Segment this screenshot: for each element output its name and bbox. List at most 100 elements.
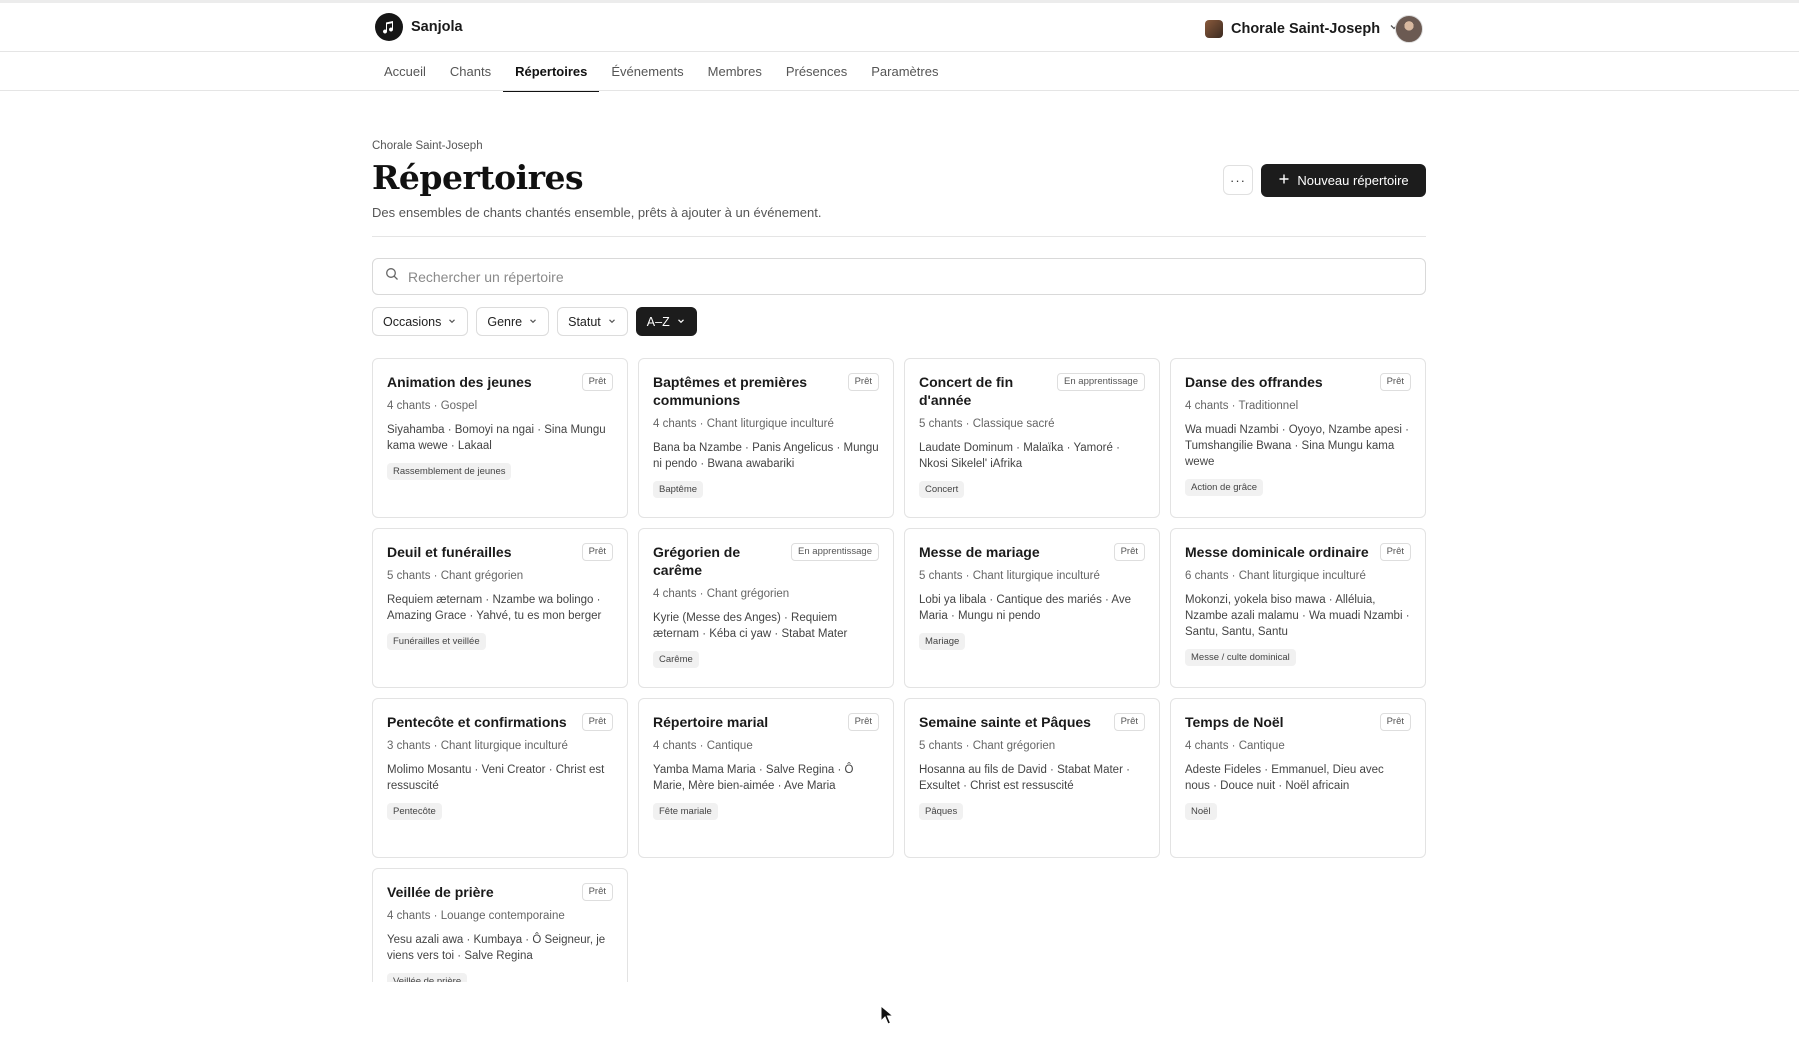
filter-bar: Occasions Genre Statut A–Z bbox=[372, 307, 697, 336]
card-header: Grégorien de carême En apprentissage bbox=[653, 543, 879, 579]
more-options-button[interactable]: ··· bbox=[1223, 165, 1253, 195]
user-avatar[interactable] bbox=[1395, 15, 1423, 43]
card-title: Temps de Noël bbox=[1185, 714, 1284, 730]
tab-presences[interactable]: Présences bbox=[774, 52, 859, 91]
page-subtitle: Des ensembles de chants chantés ensemble… bbox=[372, 205, 822, 220]
chevron-down-icon bbox=[607, 315, 617, 329]
card-title: Danse des offrandes bbox=[1185, 374, 1323, 390]
sort-az[interactable]: A–Z bbox=[635, 307, 697, 336]
repertoire-card[interactable]: Danse des offrandes Prêt 4 chants · Trad… bbox=[1170, 358, 1426, 518]
repertoire-card[interactable]: Pentecôte et confirmations Prêt 3 chants… bbox=[372, 698, 628, 858]
breadcrumb[interactable]: Chorale Saint-Joseph bbox=[372, 140, 483, 152]
card-header: Temps de Noël Prêt bbox=[1185, 713, 1411, 731]
status-badge: Prêt bbox=[581, 883, 613, 901]
brand[interactable]: Sanjola bbox=[375, 13, 463, 41]
card-meta: 4 chants · Chant liturgique inculturé bbox=[653, 418, 834, 430]
page-title: Répertoires bbox=[372, 158, 584, 197]
repertoire-card[interactable]: Temps de Noël Prêt 4 chants · Cantique A… bbox=[1170, 698, 1426, 858]
occasion-tag: Funérailles et veillée bbox=[387, 633, 486, 650]
card-songs: Bana ba Nzambe · Panis Angelicus · Mungu… bbox=[653, 442, 879, 470]
card-title: Messe dominicale ordinaire bbox=[1185, 544, 1369, 560]
repertoire-card[interactable]: Animation des jeunes Prêt 4 chants · Gos… bbox=[372, 358, 628, 518]
repertoire-card[interactable]: Messe dominicale ordinaire Prêt 6 chants… bbox=[1170, 528, 1426, 688]
repertoire-card[interactable]: Baptêmes et premières communions Prêt 4 … bbox=[638, 358, 894, 518]
search-input[interactable] bbox=[408, 268, 1388, 285]
occasion-tag: Pâques bbox=[919, 803, 964, 820]
card-songs: Hosanna au fils de David · Stabat Mater … bbox=[919, 764, 1130, 792]
repertoire-card[interactable]: Concert de fin d'année En apprentissage … bbox=[904, 358, 1160, 518]
filter-occasions[interactable]: Occasions bbox=[372, 307, 469, 336]
card-meta: 5 chants · Classique sacré bbox=[919, 418, 1055, 430]
repertoire-card[interactable]: Semaine sainte et Pâques Prêt 5 chants ·… bbox=[904, 698, 1160, 858]
card-header: Baptêmes et premières communions Prêt bbox=[653, 373, 879, 409]
card-meta: 4 chants · Gospel bbox=[387, 400, 478, 412]
occasion-tag: Veillée de prière bbox=[387, 973, 468, 982]
status-badge: Prêt bbox=[581, 713, 613, 731]
filter-genre[interactable]: Genre bbox=[476, 307, 550, 336]
card-songs: Molimo Mosantu · Veni Creator · Christ e… bbox=[387, 764, 605, 792]
status-badge: Prêt bbox=[1379, 713, 1411, 731]
chevron-down-icon bbox=[676, 315, 686, 329]
tab-chants[interactable]: Chants bbox=[438, 52, 503, 91]
tab-evenements[interactable]: Événements bbox=[599, 52, 695, 91]
status-badge: Prêt bbox=[1379, 543, 1411, 561]
card-header: Deuil et funérailles Prêt bbox=[387, 543, 613, 561]
filter-label: Occasions bbox=[383, 314, 442, 329]
tab-repertoires[interactable]: Répertoires bbox=[503, 52, 600, 92]
card-title: Deuil et funérailles bbox=[387, 544, 512, 560]
header-divider bbox=[372, 236, 1426, 237]
status-badge: Prêt bbox=[847, 713, 879, 731]
card-title: Pentecôte et confirmations bbox=[387, 714, 567, 730]
org-switcher[interactable]: Chorale Saint-Joseph bbox=[1205, 17, 1400, 41]
plus-icon bbox=[1278, 173, 1290, 188]
status-badge: Prêt bbox=[1113, 713, 1145, 731]
occasion-tag: Pentecôte bbox=[387, 803, 442, 820]
card-meta: 4 chants · Chant grégorien bbox=[653, 588, 790, 600]
repertoire-card[interactable]: Grégorien de carême En apprentissage 4 c… bbox=[638, 528, 894, 688]
card-meta: 4 chants · Cantique bbox=[653, 740, 753, 752]
repertoire-card[interactable]: Veillée de prière Prêt 4 chants · Louang… bbox=[372, 868, 628, 982]
card-meta: 4 chants · Cantique bbox=[1185, 740, 1285, 752]
card-header: Pentecôte et confirmations Prêt bbox=[387, 713, 613, 731]
new-repertoire-button[interactable]: Nouveau répertoire bbox=[1261, 164, 1426, 197]
search-icon bbox=[385, 267, 399, 286]
chevron-down-icon bbox=[528, 315, 538, 329]
repertoire-card[interactable]: Répertoire marial Prêt 4 chants · Cantiq… bbox=[638, 698, 894, 858]
status-badge: Prêt bbox=[1379, 373, 1411, 391]
card-songs: Adeste Fideles · Emmanuel, Dieu avec nou… bbox=[1185, 764, 1384, 792]
status-badge: En apprentissage bbox=[791, 543, 879, 561]
card-header: Répertoire marial Prêt bbox=[653, 713, 879, 731]
card-songs: Yamba Mama Maria · Salve Regina · Ô Mari… bbox=[653, 764, 854, 792]
tab-parametres[interactable]: Paramètres bbox=[859, 52, 950, 91]
nav-divider bbox=[0, 90, 1799, 91]
mouse-cursor-icon bbox=[880, 1004, 895, 1030]
repertoire-card[interactable]: Deuil et funérailles Prêt 5 chants · Cha… bbox=[372, 528, 628, 688]
occasion-tag: Baptême bbox=[653, 481, 704, 498]
status-badge: Prêt bbox=[1113, 543, 1145, 561]
music-note-icon bbox=[375, 13, 403, 41]
card-meta: 6 chants · Chant liturgique inculturé bbox=[1185, 570, 1366, 582]
card-header: Veillée de prière Prêt bbox=[387, 883, 613, 901]
card-header: Danse des offrandes Prêt bbox=[1185, 373, 1411, 391]
card-meta: 4 chants · Louange contemporaine bbox=[387, 910, 565, 922]
filter-label: Genre bbox=[487, 314, 523, 329]
main-nav: Accueil Chants Répertoires Événements Me… bbox=[372, 52, 950, 92]
occasion-tag: Rassemblement de jeunes bbox=[387, 463, 512, 480]
org-avatar bbox=[1205, 20, 1223, 38]
filter-statut[interactable]: Statut bbox=[557, 307, 628, 336]
tab-membres[interactable]: Membres bbox=[696, 52, 774, 91]
occasion-tag: Fête mariale bbox=[653, 803, 718, 820]
brand-name: Sanjola bbox=[411, 19, 463, 35]
card-meta: 5 chants · Chant grégorien bbox=[387, 570, 524, 582]
repertoire-card[interactable]: Messe de mariage Prêt 5 chants · Chant l… bbox=[904, 528, 1160, 688]
card-meta: 5 chants · Chant grégorien bbox=[919, 740, 1056, 752]
repertoire-grid: Animation des jeunes Prêt 4 chants · Gos… bbox=[372, 358, 1427, 982]
status-badge: En apprentissage bbox=[1057, 373, 1145, 391]
top-bar: Sanjola Chorale Saint-Joseph bbox=[0, 0, 1799, 52]
card-title: Concert de fin d'année bbox=[919, 374, 1014, 408]
card-title: Semaine sainte et Pâques bbox=[919, 714, 1091, 730]
card-header: Semaine sainte et Pâques Prêt bbox=[919, 713, 1145, 731]
occasion-tag: Messe / culte dominical bbox=[1185, 649, 1296, 666]
tab-accueil[interactable]: Accueil bbox=[372, 52, 438, 91]
card-title: Veillée de prière bbox=[387, 884, 494, 900]
